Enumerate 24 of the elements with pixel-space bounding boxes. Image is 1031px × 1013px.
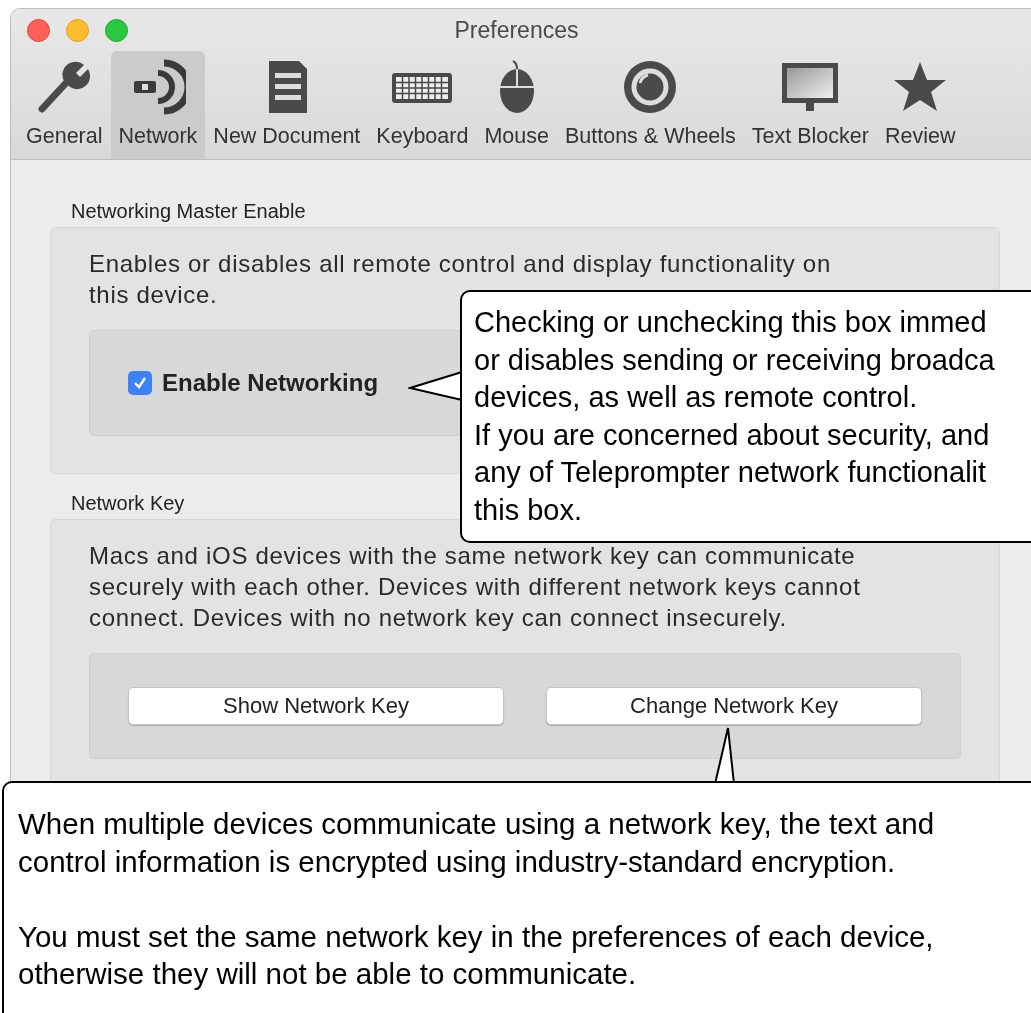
wrench-icon xyxy=(36,59,93,115)
section-title: Network Key xyxy=(71,492,185,515)
close-button[interactable] xyxy=(27,19,50,42)
checkbox-label[interactable]: Enable Networking xyxy=(162,369,379,397)
toolbar-tab[interactable]: New Document xyxy=(205,51,369,159)
callout-text: You must set the same network key in the preferences of each device, otherwise they will not be able to communicate. xyxy=(18,918,935,992)
toolbar-tab[interactable]: Buttons & Wheels xyxy=(556,51,744,159)
minimize-button[interactable] xyxy=(66,19,89,42)
callout-text: When multiple devices communicate using a network key, the text and control information is encrypted using industry-standard encryption. xyxy=(18,806,936,880)
toolbar-tab[interactable]: General xyxy=(18,51,111,159)
checkbox[interactable] xyxy=(128,371,152,395)
toolbar-tab[interactable]: Keyboard xyxy=(368,51,477,159)
toolbar-tab[interactable]: Network xyxy=(110,51,206,159)
toolbar-tab[interactable]: Mouse xyxy=(476,51,557,159)
ring-icon xyxy=(622,59,679,115)
checkmark-icon xyxy=(132,375,148,391)
button[interactable]: Show Network Key xyxy=(128,687,504,725)
toolbar-tab[interactable]: Review xyxy=(876,51,964,159)
window-title: Preferences xyxy=(454,16,579,44)
zoom-button[interactable] xyxy=(105,19,128,42)
section-description: Macs and iOS devices with the same network key can communicate securely with each other. Devices with different network keys cannot connect. Devices with no network key can connect insecurely. xyxy=(89,541,862,633)
toolbar-tab[interactable]: Text Blocker xyxy=(743,51,877,159)
button[interactable]: Change Network Key xyxy=(546,687,922,725)
section-title: Networking Master Enable xyxy=(71,200,306,223)
